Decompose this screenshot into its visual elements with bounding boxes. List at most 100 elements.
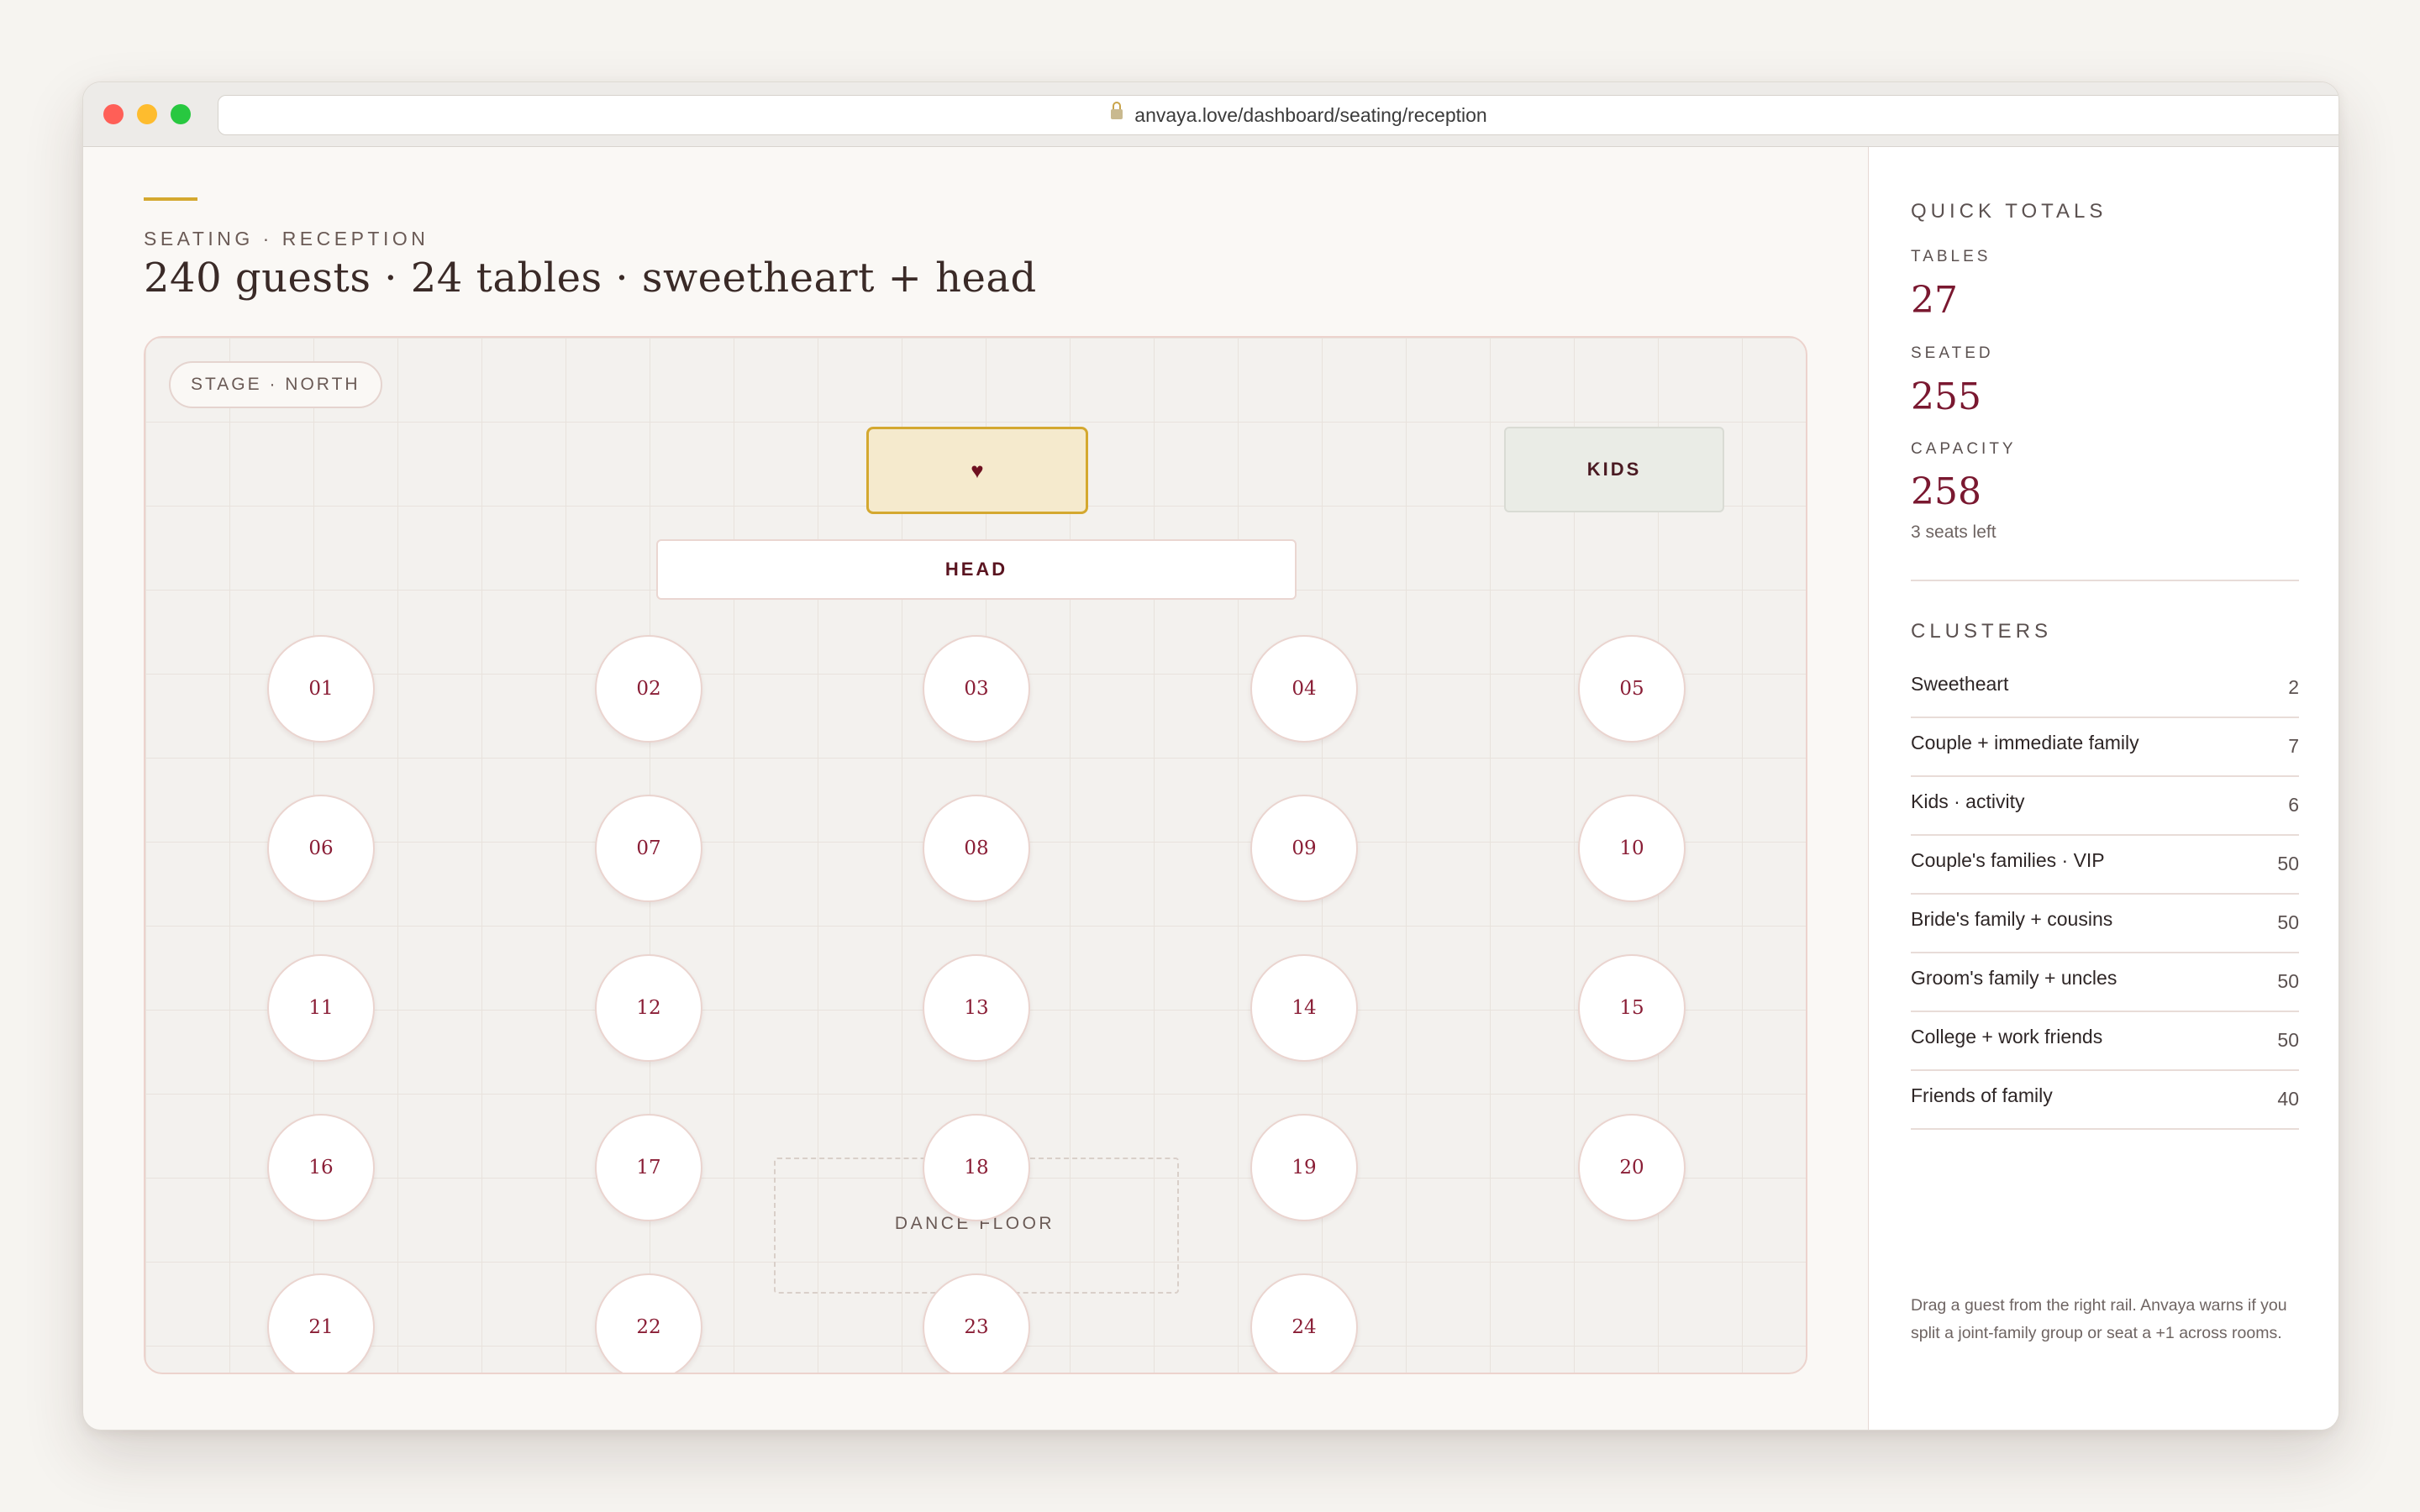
cluster-row[interactable]: Kids · activity 6: [1911, 777, 2299, 836]
page-title: 240 guests · 24 tables · sweetheart + he…: [144, 255, 1037, 302]
table-number: 07: [636, 837, 661, 859]
round-table[interactable]: 04: [1250, 635, 1358, 743]
cluster-name: College + work friends: [1911, 1026, 2103, 1047]
table-number: 21: [308, 1316, 334, 1338]
minimize-window-button[interactable]: [137, 104, 157, 124]
cluster-count: 50: [2277, 853, 2299, 874]
table-number: 03: [964, 678, 989, 700]
seated-value: 255: [1911, 375, 1981, 418]
table-number: 06: [308, 837, 334, 859]
cluster-count: 50: [2277, 1029, 2299, 1051]
table-number: 14: [1292, 997, 1317, 1019]
quick-totals-heading: QUICK TOTALS: [1911, 200, 2107, 223]
round-table[interactable]: 17: [595, 1114, 702, 1221]
capacity-label: CAPACITY: [1911, 440, 2017, 458]
close-window-button[interactable]: [103, 104, 124, 124]
table-number: 12: [636, 997, 661, 1019]
cluster-row[interactable]: Couple + immediate family 7: [1911, 718, 2299, 777]
table-number: 22: [636, 1316, 661, 1338]
sweetheart-table[interactable]: ♥: [866, 427, 1088, 514]
seating-main: SEATING · RECEPTION 240 guests · 24 tabl…: [83, 147, 1868, 1430]
heart-icon: ♥: [971, 457, 984, 483]
round-table[interactable]: 03: [923, 635, 1030, 743]
cluster-count: 50: [2277, 911, 2299, 933]
table-number: 05: [1619, 678, 1644, 700]
browser-window: anvaya.love/dashboard/seating/reception …: [82, 81, 2339, 1431]
round-table[interactable]: 23: [923, 1273, 1030, 1373]
round-table[interactable]: 05: [1578, 635, 1686, 743]
cluster-count: 50: [2277, 970, 2299, 992]
cluster-count: 6: [2288, 794, 2299, 816]
maximize-window-button[interactable]: [171, 104, 191, 124]
cluster-name: Kids · activity: [1911, 790, 2025, 812]
cluster-row[interactable]: College + work friends 50: [1911, 1012, 2299, 1071]
round-table[interactable]: 02: [595, 635, 702, 743]
cluster-name: Sweetheart: [1911, 673, 2009, 695]
round-table[interactable]: 12: [595, 954, 702, 1062]
round-table[interactable]: 07: [595, 795, 702, 902]
table-number: 01: [308, 678, 334, 700]
cluster-count: 7: [2288, 735, 2299, 757]
kids-table[interactable]: KIDS: [1504, 427, 1724, 512]
page-eyebrow: SEATING · RECEPTION: [144, 228, 429, 249]
cluster-name: Groom's family + uncles: [1911, 967, 2118, 989]
table-number: 04: [1292, 678, 1317, 700]
url-text: anvaya.love/dashboard/seating/reception: [1134, 103, 1487, 126]
table-number: 13: [964, 997, 989, 1019]
round-table[interactable]: 11: [267, 954, 375, 1062]
table-number: 24: [1292, 1316, 1317, 1338]
head-table[interactable]: HEAD: [656, 539, 1297, 600]
cluster-name: Friends of family: [1911, 1084, 2053, 1106]
clusters-heading: CLUSTERS: [1911, 620, 2053, 643]
round-table[interactable]: 20: [1578, 1114, 1686, 1221]
table-number: 17: [636, 1157, 661, 1179]
table-number: 20: [1619, 1157, 1644, 1179]
round-table[interactable]: 15: [1578, 954, 1686, 1062]
seats-left-note: 3 seats left: [1911, 522, 1996, 542]
table-number: 11: [308, 997, 334, 1019]
round-table[interactable]: 21: [267, 1273, 375, 1373]
accent-rule: [144, 197, 197, 201]
cluster-row[interactable]: Bride's family + cousins 50: [1911, 895, 2299, 953]
table-number: 15: [1619, 997, 1644, 1019]
round-table[interactable]: 13: [923, 954, 1030, 1062]
round-table[interactable]: 18: [923, 1114, 1030, 1221]
table-number: 23: [964, 1316, 989, 1338]
table-number: 18: [964, 1157, 989, 1179]
round-table[interactable]: 10: [1578, 795, 1686, 902]
kids-table-label: KIDS: [1586, 459, 1642, 480]
seated-label: SEATED: [1911, 344, 1994, 362]
table-number: 08: [964, 837, 989, 859]
round-table[interactable]: 08: [923, 795, 1030, 902]
cluster-row[interactable]: Groom's family + uncles 50: [1911, 953, 2299, 1012]
tables-value: 27: [1911, 279, 1958, 322]
capacity-value: 258: [1911, 470, 1981, 513]
round-table[interactable]: 01: [267, 635, 375, 743]
tables-label: TABLES: [1911, 248, 1991, 265]
table-number: 10: [1619, 837, 1644, 859]
table-number: 19: [1292, 1157, 1317, 1179]
cluster-row[interactable]: Sweetheart 2: [1911, 659, 2299, 718]
round-table[interactable]: 06: [267, 795, 375, 902]
cluster-name: Bride's family + cousins: [1911, 908, 2113, 930]
cluster-row[interactable]: Friends of family 40: [1911, 1071, 2299, 1130]
round-table[interactable]: 24: [1250, 1273, 1358, 1373]
cluster-name: Couple + immediate family: [1911, 732, 2139, 753]
address-bar[interactable]: anvaya.love/dashboard/seating/reception: [218, 95, 2338, 135]
floor-plan: STAGE · NORTH ♥ KIDS HEAD DANCE FLOOR 01…: [144, 336, 1807, 1374]
cluster-count: 40: [2277, 1088, 2299, 1110]
round-table[interactable]: 14: [1250, 954, 1358, 1062]
round-table[interactable]: 16: [267, 1114, 375, 1221]
rail-footer-hint: Drag a guest from the right rail. Anvaya…: [1911, 1296, 2287, 1342]
cluster-count: 2: [2288, 676, 2299, 698]
title-bar: anvaya.love/dashboard/seating/reception: [83, 82, 2338, 147]
cluster-row[interactable]: Couple's families · VIP 50: [1911, 836, 2299, 895]
round-table[interactable]: 09: [1250, 795, 1358, 902]
head-table-label: HEAD: [944, 559, 1008, 580]
round-table[interactable]: 19: [1250, 1114, 1358, 1221]
round-table[interactable]: 22: [595, 1273, 702, 1373]
table-number: 02: [636, 678, 661, 700]
table-number: 16: [308, 1157, 334, 1179]
rail-divider: [1911, 580, 2299, 581]
right-rail: QUICK TOTALS TABLES 27 SEATED 255 CAPACI…: [1868, 147, 2338, 1430]
